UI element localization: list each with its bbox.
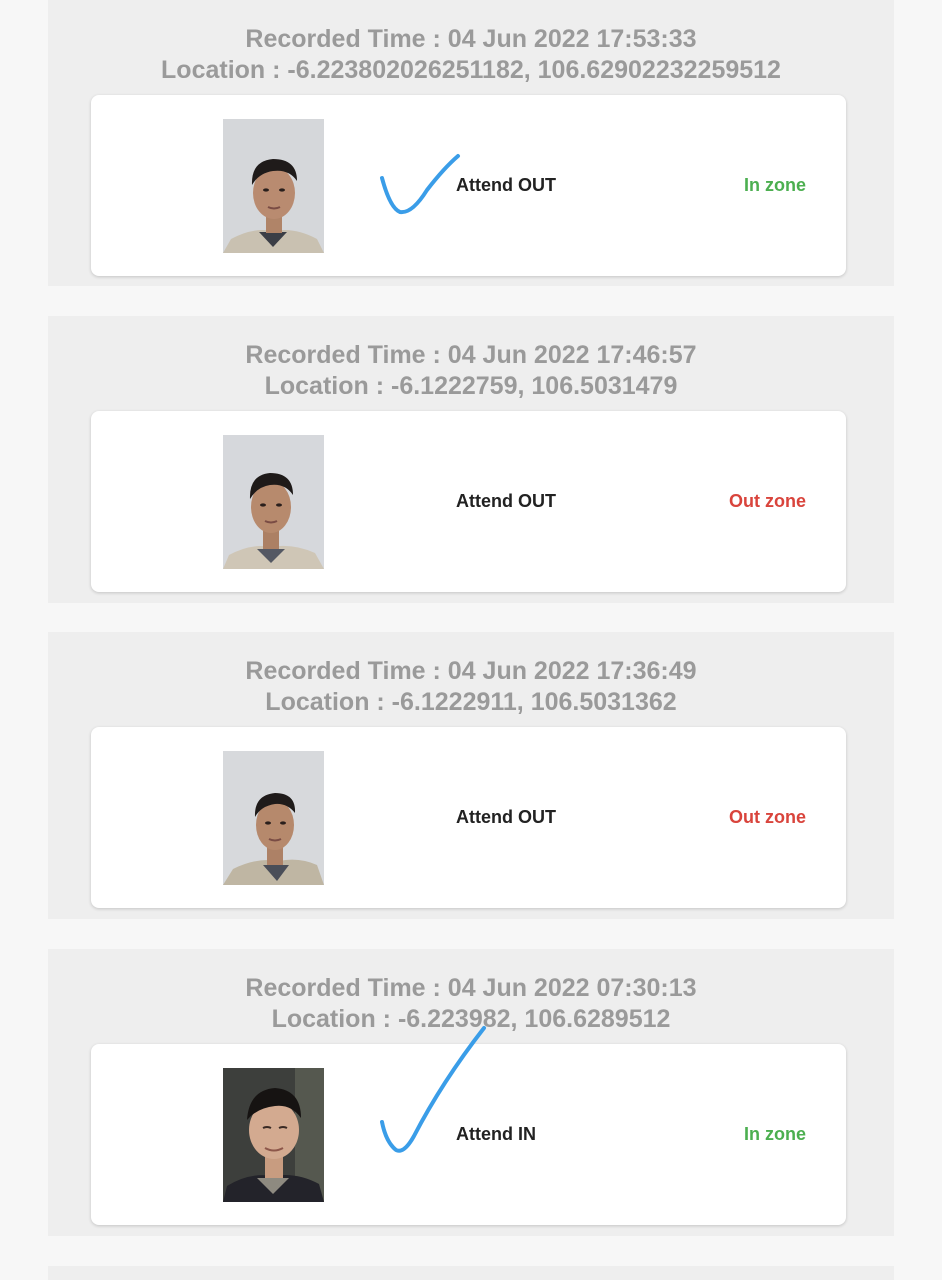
recorded-time: Recorded Time : 04 Jun 2022 07:30:13 bbox=[245, 974, 697, 1002]
location-text: Location : -6.223982, 106.6289512 bbox=[271, 1005, 671, 1033]
location-text: Location : -6.1222911, 106.5031362 bbox=[265, 688, 677, 716]
attendance-record[interactable]: Recorded Time : 04 Jun 2022 17:53:33 Loc… bbox=[48, 0, 894, 286]
attendance-action: Attend IN bbox=[456, 1124, 536, 1144]
attendance-card[interactable]: Attend OUT Out zone bbox=[91, 727, 846, 908]
attendance-record[interactable]: Recorded Time : 04 Jun 2022 17:36:49 Loc… bbox=[48, 632, 894, 919]
zone-status: In zone bbox=[744, 1124, 806, 1144]
recorded-time: Recorded Time : 04 Jun 2022 17:46:57 bbox=[245, 341, 697, 369]
person-photo[interactable] bbox=[223, 751, 324, 885]
person-photo[interactable] bbox=[223, 435, 324, 569]
location-text: Location : -6.223802026251182, 106.62902… bbox=[161, 56, 781, 84]
person-photo[interactable] bbox=[223, 1068, 324, 1202]
zone-status: In zone bbox=[744, 175, 806, 195]
location-text: Location : -6.1222759, 106.5031479 bbox=[264, 372, 678, 400]
attendance-record[interactable] bbox=[48, 1266, 894, 1280]
attendance-action: Attend OUT bbox=[456, 807, 556, 827]
recorded-time: Recorded Time : 04 Jun 2022 17:53:33 bbox=[245, 25, 697, 53]
attendance-record[interactable]: Recorded Time : 04 Jun 2022 07:30:13 Loc… bbox=[48, 949, 894, 1236]
attendance-card[interactable]: Attend OUT Out zone bbox=[91, 411, 846, 592]
attendance-action: Attend OUT bbox=[456, 491, 556, 511]
attendance-action: Attend OUT bbox=[456, 175, 556, 195]
attendance-record-list: Recorded Time : 04 Jun 2022 17:53:33 Loc… bbox=[0, 0, 942, 1280]
attendance-record[interactable]: Recorded Time : 04 Jun 2022 17:46:57 Loc… bbox=[48, 316, 894, 603]
recorded-time: Recorded Time : 04 Jun 2022 17:36:49 bbox=[245, 657, 697, 685]
attendance-card[interactable]: Attend OUT In zone bbox=[91, 95, 846, 276]
person-photo[interactable] bbox=[223, 119, 324, 253]
zone-status: Out zone bbox=[729, 491, 806, 511]
attendance-card[interactable]: Attend IN In zone bbox=[91, 1044, 846, 1225]
zone-status: Out zone bbox=[729, 807, 806, 827]
